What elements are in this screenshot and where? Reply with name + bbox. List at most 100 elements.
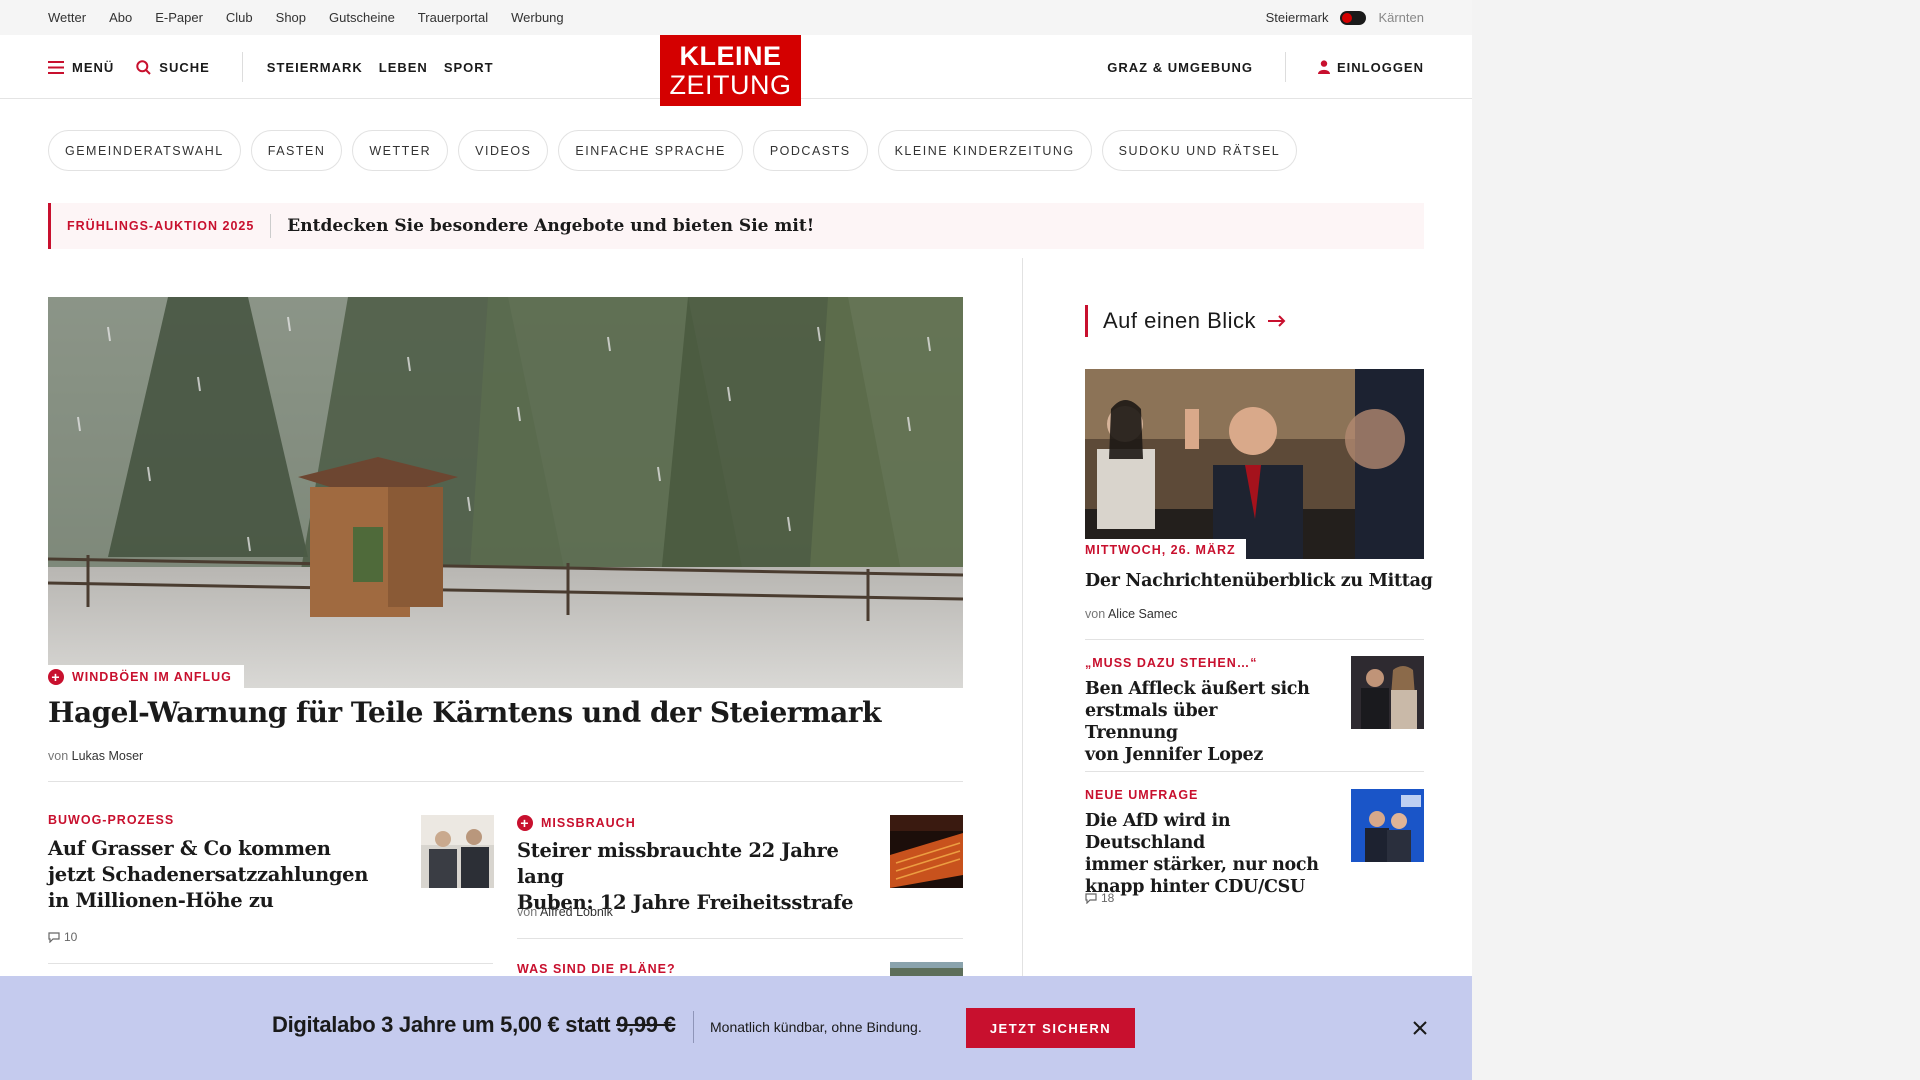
- page: Wetter Abo E-Paper Club Shop Gutscheine …: [0, 0, 1472, 1080]
- menu-label: MENÜ: [72, 59, 115, 75]
- sidebar-lead-headline[interactable]: Der Nachrichtenüberblick zu Mittag: [1085, 570, 1433, 592]
- article-kicker-text: MISSBRAUCH: [541, 816, 636, 830]
- sidebar-heading-text: Auf einen Blick: [1103, 308, 1257, 333]
- hamburger-icon: [48, 60, 64, 74]
- headline-line: immer stärker, nur noch: [1085, 855, 1319, 875]
- utility-link-club[interactable]: Club: [226, 10, 253, 25]
- comment-icon: [1085, 892, 1097, 904]
- sidebar-lead-photo: [1085, 369, 1424, 559]
- headline-line: Steirer missbrauchte 22 Jahre lang: [517, 839, 839, 888]
- pill-kinderzeitung[interactable]: KLEINE KINDERZEITUNG: [877, 130, 1092, 171]
- utility-link-abo[interactable]: Abo: [109, 10, 132, 25]
- utility-link-wetter[interactable]: Wetter: [48, 10, 86, 25]
- search-button[interactable]: SUCHE: [136, 60, 210, 75]
- close-subscription-button[interactable]: [1407, 1015, 1433, 1041]
- article-kicker: + MISSBRAUCH: [517, 815, 636, 831]
- hero-byline: von Lukas Moser: [48, 749, 143, 763]
- user-icon: [1317, 60, 1330, 74]
- old-price: 9,99 €: [616, 1012, 676, 1037]
- utility-link-trauerportal[interactable]: Trauerportal: [418, 10, 488, 25]
- article-thumbnail[interactable]: [421, 815, 494, 888]
- sidebar-lead-image[interactable]: [1085, 369, 1424, 559]
- region-switch: Steiermark Kärnten: [1266, 0, 1424, 35]
- pill-videos[interactable]: VIDEOS: [458, 130, 549, 171]
- byline-author[interactable]: Alice Samec: [1108, 607, 1177, 621]
- login-button[interactable]: EINLOGGEN: [1317, 60, 1424, 75]
- utility-links: Wetter Abo E-Paper Club Shop Gutscheine …: [48, 0, 564, 35]
- divider: [48, 963, 493, 964]
- region-label-kaernten[interactable]: Kärnten: [1378, 10, 1424, 25]
- plus-icon: +: [48, 669, 64, 685]
- byline-prefix: von: [1085, 607, 1106, 621]
- subscribe-button[interactable]: JETZT SICHERN: [966, 1008, 1135, 1048]
- thumb-photo: [421, 815, 494, 888]
- header-divider: [241, 52, 243, 82]
- nav-steiermark[interactable]: STEIERMARK: [267, 60, 363, 75]
- search-label: SUCHE: [159, 59, 210, 75]
- nav-sport[interactable]: SPORT: [444, 60, 494, 75]
- topic-pills: GEMEINDERATSWAHL FASTEN WETTER VIDEOS EI…: [48, 130, 1298, 171]
- subscription-divider: [693, 1011, 694, 1043]
- divider: [48, 781, 963, 782]
- byline-author[interactable]: Lukas Moser: [72, 749, 144, 763]
- headline-line: jetzt Schadenersatzzahlungen: [48, 863, 369, 886]
- article-thumbnail[interactable]: [890, 815, 963, 888]
- thumb-photo: [1351, 656, 1424, 729]
- header-divider-right: [1284, 52, 1286, 82]
- offer-text: Digitalabo 3 Jahre um 5,00 € statt: [272, 1012, 611, 1037]
- divider: [517, 938, 963, 939]
- comment-count[interactable]: 10: [48, 930, 77, 944]
- site-logo[interactable]: KLEINE ZEITUNG: [660, 35, 801, 106]
- region-label-steiermark[interactable]: Steiermark: [1266, 10, 1329, 25]
- article-byline: von Alfred Lobnik: [517, 905, 613, 919]
- sidebar-thumbnail[interactable]: [1351, 656, 1424, 729]
- sidebar-kicker: NEUE UMFRAGE: [1085, 788, 1199, 802]
- utility-link-gutscheine[interactable]: Gutscheine: [329, 10, 395, 25]
- comment-count-value: 18: [1101, 891, 1115, 905]
- pill-wetter[interactable]: WETTER: [352, 130, 449, 171]
- headline-line: Ben Affleck äußert sich: [1085, 679, 1310, 699]
- sidebar-lead-byline: von Alice Samec: [1085, 607, 1177, 621]
- hero-headline[interactable]: Hagel-Warnung für Teile Kärntens und der…: [48, 696, 881, 729]
- subscription-bar: Digitalabo 3 Jahre um 5,00 € statt 9,99 …: [0, 976, 1472, 1080]
- sidebar-headline[interactable]: Die AfD wird in Deutschland immer stärke…: [1085, 810, 1325, 898]
- sidebar-heading[interactable]: Auf einen Blick: [1085, 305, 1286, 337]
- utility-link-shop[interactable]: Shop: [276, 10, 306, 25]
- headline-line: Auf Grasser & Co kommen: [48, 837, 331, 860]
- hero-kicker-text: WINDBÖEN IM ANFLUG: [72, 670, 232, 684]
- pill-einfache-sprache[interactable]: EINFACHE SPRACHE: [558, 130, 743, 171]
- nav-leben[interactable]: LEBEN: [379, 60, 428, 75]
- sidebar-headline[interactable]: Ben Affleck äußert sich erstmals über Tr…: [1085, 678, 1315, 766]
- hero-photo: [48, 297, 963, 688]
- hero-image[interactable]: [48, 297, 963, 688]
- comment-count[interactable]: 18: [1085, 891, 1114, 905]
- pill-gemeinderatswahl[interactable]: GEMEINDERATSWAHL: [48, 130, 241, 171]
- city-link[interactable]: GRAZ & UMGEBUNG: [1107, 60, 1253, 75]
- byline-author[interactable]: Alfred Lobnik: [540, 905, 613, 919]
- headline-line: erstmals über Trennung: [1085, 701, 1218, 743]
- utility-link-werbung[interactable]: Werbung: [511, 10, 564, 25]
- comment-count-value: 10: [64, 930, 78, 944]
- site-header: MENÜ SUCHE STEIERMARK LEBEN SPORT KLEINE…: [0, 35, 1472, 106]
- subscription-offer: Digitalabo 3 Jahre um 5,00 € statt 9,99 …: [272, 1012, 676, 1038]
- region-toggle[interactable]: [1340, 10, 1367, 25]
- pill-fasten[interactable]: FASTEN: [250, 130, 343, 171]
- menu-button[interactable]: MENÜ: [48, 60, 114, 75]
- sidebar-thumbnail[interactable]: [1351, 789, 1424, 862]
- sidebar-kicker: „MUSS DAZU STEHEN…“: [1085, 656, 1258, 670]
- pill-sudoku[interactable]: SUDOKU UND RÄTSEL: [1101, 130, 1298, 171]
- article-headline[interactable]: Auf Grasser & Co kommen jetzt Schadeners…: [48, 836, 378, 914]
- logo-line2: ZEITUNG: [669, 69, 792, 100]
- article-kicker: BUWOG-PROZESS: [48, 813, 175, 827]
- byline-prefix: von: [48, 749, 69, 763]
- utility-link-epaper[interactable]: E-Paper: [155, 10, 203, 25]
- utility-bar: Wetter Abo E-Paper Club Shop Gutscheine …: [0, 0, 1472, 35]
- header-right: GRAZ & UMGEBUNG EINLOGGEN: [1107, 35, 1424, 99]
- headline-line: von Jennifer Lopez: [1085, 745, 1264, 765]
- pill-podcasts[interactable]: PODCASTS: [752, 130, 868, 171]
- auction-banner[interactable]: FRÜHLINGS-AUKTION 2025 Entdecken Sie bes…: [48, 203, 1424, 249]
- column-divider: [1022, 258, 1023, 978]
- auction-tag: FRÜHLINGS-AUKTION 2025: [67, 214, 272, 238]
- close-icon: [1413, 1021, 1427, 1035]
- thumb-photo: [890, 815, 963, 888]
